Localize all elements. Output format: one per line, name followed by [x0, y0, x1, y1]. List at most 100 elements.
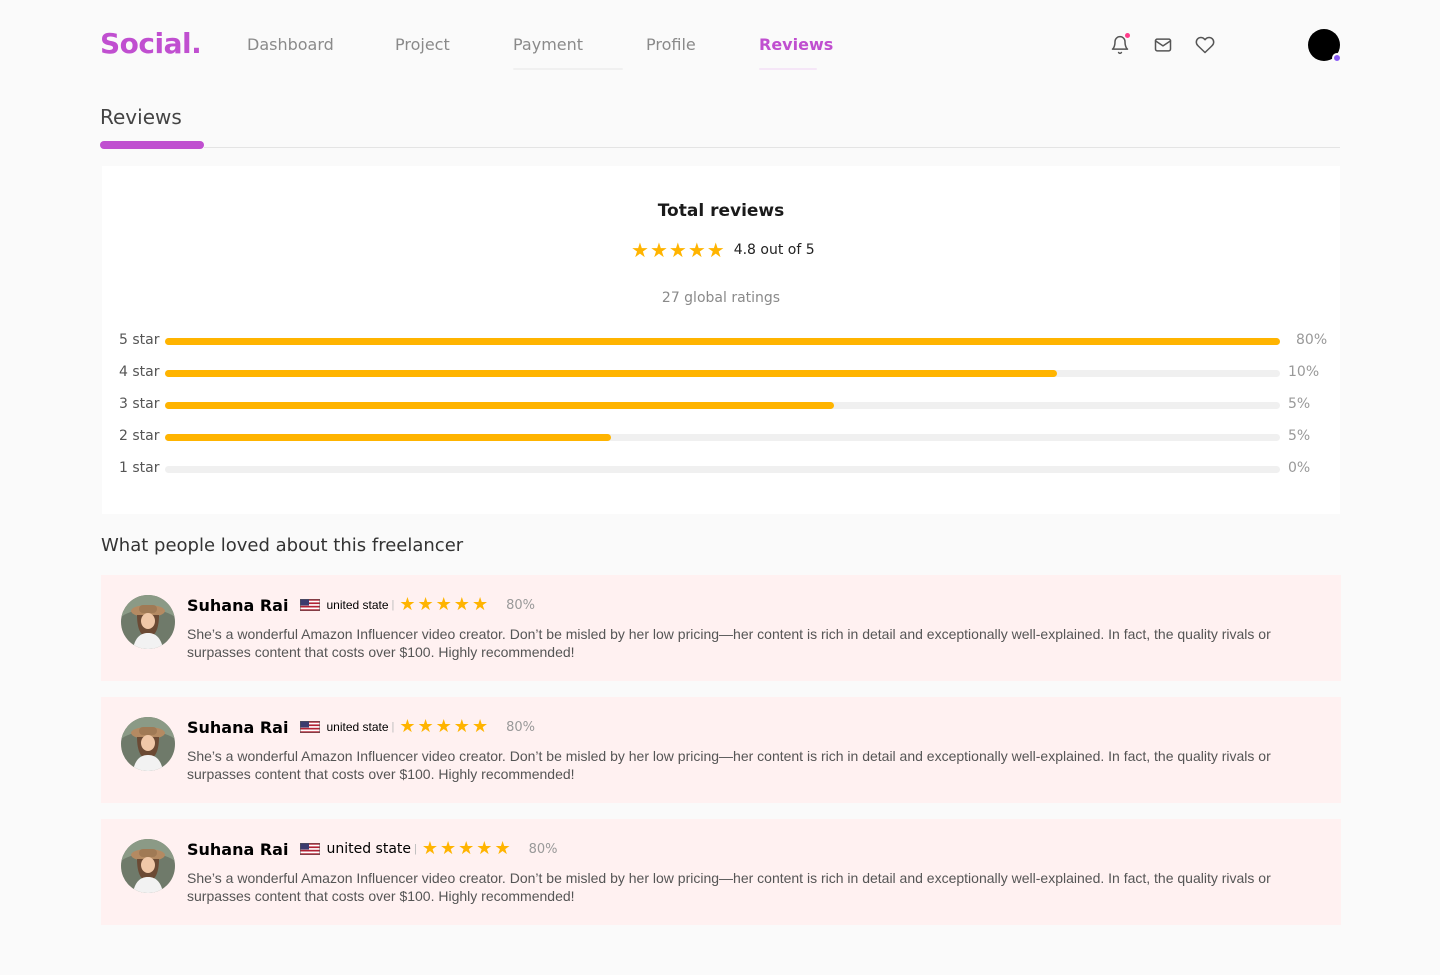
review-percent: 80% — [506, 597, 535, 613]
user-avatar[interactable] — [1308, 29, 1342, 63]
rating-bar-fill — [165, 434, 611, 441]
header-separator: | — [391, 721, 395, 733]
rating-bar-fill — [165, 370, 1057, 377]
reviewer-name[interactable]: Suhana Rai — [187, 718, 288, 737]
overall-rating: ★ ★ ★ ★ ★ 4.8 out of 5 — [631, 240, 815, 260]
nav-reviews-underline — [759, 68, 817, 70]
online-status-dot — [1332, 53, 1342, 63]
star-icon: ★ — [417, 594, 434, 615]
total-reviews-title: Total reviews — [657, 201, 785, 221]
favorites-button[interactable] — [1193, 33, 1217, 57]
star-icon: ★ — [421, 838, 439, 859]
star-icon: ★ — [453, 594, 470, 615]
reviewer-avatar[interactable] — [121, 717, 175, 771]
star-icon: ★ — [435, 716, 452, 737]
reviewer-avatar[interactable] — [121, 595, 175, 649]
star-icon: ★ — [649, 238, 668, 262]
nav-dashboard[interactable]: Dashboard — [247, 35, 334, 54]
star-icon: ★ — [417, 716, 434, 737]
page-title-underline — [100, 141, 204, 149]
rating-bar-percent: 0% — [1288, 460, 1311, 476]
star-icon: ★ — [706, 238, 725, 262]
review-card: Suhana Rai united state | ★ ★ ★ ★ ★ 80% She’… — [101, 819, 1341, 925]
star-icon: ★ — [687, 238, 706, 262]
rating-bar-percent: 10% — [1288, 364, 1320, 380]
header-separator: | — [414, 843, 417, 855]
star-icon: ★ — [631, 238, 649, 262]
review-card: Suhana Rai united state | ★ ★ ★ ★ ★ 80% She’… — [101, 575, 1341, 681]
rating-bar-row: 3 star 5% — [102, 396, 1340, 416]
notification-dot — [1125, 33, 1130, 38]
us-flag-icon — [300, 721, 321, 733]
page-title-divider — [204, 147, 1340, 148]
review-text: She’s a wonderful Amazon Influencer vide… — [187, 626, 1271, 660]
heart-icon — [1195, 36, 1215, 54]
reviewer-country: united state — [326, 841, 412, 857]
star-icon: ★ — [399, 594, 416, 615]
rating-bar-row: 4 star 10% — [102, 364, 1340, 384]
messages-button[interactable] — [1151, 33, 1175, 57]
review-text: She’s a wonderful Amazon Influencer vide… — [187, 748, 1271, 782]
rating-bar-row: 2 star 5% — [102, 428, 1340, 448]
global-ratings-count: 27 global ratings — [661, 290, 781, 306]
review-card: Suhana Rai united state | ★ ★ ★ ★ ★ 80% She’… — [101, 697, 1341, 803]
rating-bar-track — [165, 434, 1280, 441]
rating-bar-track — [165, 370, 1280, 377]
rating-bar-fill — [165, 338, 1280, 345]
bell-icon — [1111, 35, 1129, 55]
rating-bar-percent: 80% — [1296, 332, 1328, 348]
review-header: Suhana Rai united state | ★ ★ ★ ★ ★ 80% — [187, 717, 535, 737]
rating-bar-track — [165, 402, 1280, 409]
overall-stars: ★ ★ ★ ★ ★ — [631, 240, 726, 260]
rating-bar-percent: 5% — [1288, 396, 1311, 412]
rating-bar-fill — [165, 402, 834, 409]
reviewer-name[interactable]: Suhana Rai — [187, 840, 288, 859]
review-stars: ★ ★ ★ ★ ★ — [399, 717, 490, 737]
star-icon: ★ — [668, 238, 687, 262]
rating-bar-percent: 5% — [1288, 428, 1311, 444]
review-header: Suhana Rai united state | ★ ★ ★ ★ ★ 80% — [187, 839, 557, 859]
rating-bar-row: 5 star 80% — [102, 332, 1340, 352]
rating-bar-track — [165, 466, 1280, 473]
star-icon: ★ — [471, 716, 489, 737]
rating-bar-label: 3 star — [119, 396, 160, 412]
review-text: She’s a wonderful Amazon Influencer vide… — [187, 870, 1271, 904]
nav-payment[interactable]: Payment — [513, 35, 583, 54]
nav-payment-underline — [513, 68, 623, 70]
star-icon: ★ — [494, 838, 511, 859]
rating-bar-label: 4 star — [119, 364, 160, 380]
nav-reviews[interactable]: Reviews — [759, 35, 833, 54]
notifications-button[interactable] — [1108, 33, 1132, 57]
reviewer-country: united state — [326, 720, 389, 734]
star-icon: ★ — [458, 838, 475, 859]
us-flag-icon — [300, 599, 321, 611]
loved-section-title: What people loved about this freelancer — [101, 535, 464, 556]
rating-bar-track — [165, 338, 1280, 345]
review-header: Suhana Rai united state | ★ ★ ★ ★ ★ 80% — [187, 595, 535, 615]
header-separator: | — [391, 599, 395, 611]
rating-bar-row: 1 star 0% — [102, 460, 1340, 480]
nav-project[interactable]: Project — [395, 35, 450, 54]
star-icon: ★ — [471, 594, 489, 615]
star-icon: ★ — [399, 716, 416, 737]
app-logo[interactable]: Social. — [100, 27, 202, 60]
reviews-summary-card: Total reviews ★ ★ ★ ★ ★ 4.8 out of 5 27 … — [102, 166, 1340, 514]
star-icon: ★ — [435, 594, 452, 615]
us-flag-icon — [300, 843, 321, 855]
review-percent: 80% — [528, 841, 558, 857]
nav-profile[interactable]: Profile — [646, 35, 696, 54]
star-icon: ★ — [453, 716, 470, 737]
mail-icon — [1154, 38, 1172, 52]
rating-text: 4.8 out of 5 — [733, 242, 815, 258]
rating-bar-label: 1 star — [119, 460, 160, 476]
reviewer-name[interactable]: Suhana Rai — [187, 596, 288, 615]
reviewer-avatar[interactable] — [121, 839, 175, 893]
star-icon: ★ — [476, 838, 493, 859]
review-stars: ★ ★ ★ ★ ★ — [422, 839, 513, 859]
reviewer-country: united state — [326, 598, 389, 612]
rating-bar-label: 5 star — [119, 332, 160, 348]
star-icon: ★ — [440, 838, 457, 859]
rating-bar-label: 2 star — [119, 428, 160, 444]
page-title: Reviews — [100, 105, 182, 129]
review-stars: ★ ★ ★ ★ ★ — [399, 595, 490, 615]
